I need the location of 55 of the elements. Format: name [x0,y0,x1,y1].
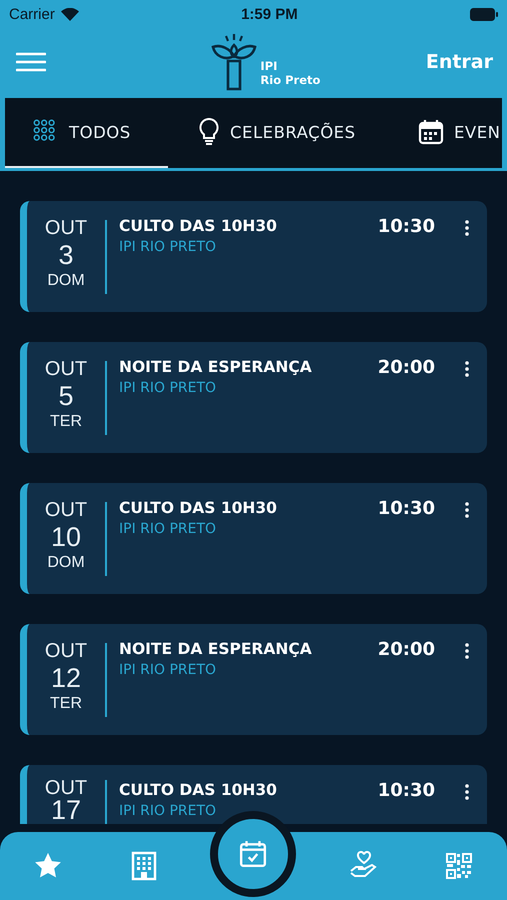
event-time: 10:30 [378,780,435,802]
event-month: OUT [44,641,88,661]
more-button[interactable] [465,502,469,518]
event-location: IPI RIO PRETO [119,520,218,539]
event-day: 10 [50,520,82,554]
category-tab[interactable]: TODOS [5,98,168,168]
event-time: 20:00 [378,639,435,661]
event-location: IPI RIO PRETO [119,379,218,398]
event-location: IPI RIO PRETO [119,802,218,821]
more-button[interactable] [465,784,469,800]
event-card[interactable]: OUT 10 DOM CULTO DAS 10H30 IPI RIO PRETO 10:30 [20,483,487,594]
calendar-check-icon [239,840,268,868]
event-card[interactable]: OUT 12 TER NOITE DA ESPERANÇA IPI RIO PRETO 20:00 [20,624,487,735]
event-title: NOITE DA ESPERANÇA [119,357,313,377]
event-month: OUT [44,359,88,379]
event-title: CULTO DAS 10H30 [119,216,278,236]
status-time: 1:59 PM [240,6,299,22]
event-time: 10:30 [378,216,435,238]
more-button[interactable] [465,643,469,659]
event-weekday: DOM [47,554,85,572]
category-tab[interactable]: CELEBRAÇÕES [168,98,390,168]
event-month: OUT [44,778,88,798]
event-day: 5 [58,379,74,413]
category-tab[interactable]: EVEN [390,98,500,168]
event-weekday: TER [50,695,82,713]
wifi-icon [60,8,79,20]
event-card[interactable]: OUT 3 DOM CULTO DAS 10H30 IPI RIO PRETO 10:30 [20,201,487,312]
menu-button[interactable] [16,52,46,72]
battery-icon [470,8,498,20]
event-title: NOITE DA ESPERANÇA [119,639,313,659]
event-title: CULTO DAS 10H30 [119,780,278,800]
lightbulb-icon [198,117,220,147]
qr-code-icon [446,853,472,879]
event-day: 3 [58,238,74,272]
event-day: 17 [50,798,82,822]
logo-text: Rio Preto [260,73,320,87]
calendar-icon [418,119,444,145]
event-card[interactable]: OUT 17 CULTO DAS 10H30 IPI RIO PRETO 10:30 [20,765,487,824]
event-location: IPI RIO PRETO [119,238,218,257]
more-button[interactable] [465,220,469,236]
event-weekday: TER [50,413,82,431]
event-weekday: DOM [47,272,85,290]
event-time: 10:30 [378,498,435,520]
event-card[interactable]: OUT 5 TER NOITE DA ESPERANÇA IPI RIO PRETO 20:00 [20,342,487,453]
event-location: IPI RIO PRETO [119,661,218,680]
event-title: CULTO DAS 10H30 [119,498,278,518]
building-icon [131,851,158,881]
event-day: 12 [50,661,82,695]
event-time: 20:00 [378,357,435,379]
more-button[interactable] [465,361,469,377]
logo-icon [211,33,258,91]
event-month: OUT [44,500,88,520]
logo-text: IPI [260,59,278,73]
event-month: OUT [44,218,88,238]
carrier-label: Carrier [9,6,55,22]
